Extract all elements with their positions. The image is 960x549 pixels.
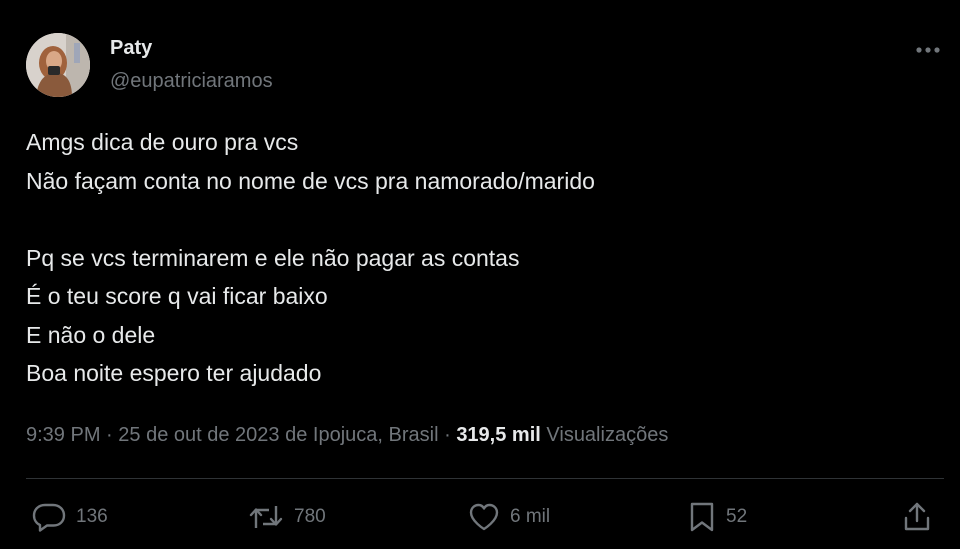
tweet-line: Não façam conta no nome de vcs pra namor… (26, 167, 595, 194)
share-button[interactable] (902, 500, 932, 534)
retweet-icon (249, 506, 283, 528)
views-count: 319,5 mil (456, 424, 541, 446)
tweet-line: E não o dele (26, 321, 156, 348)
tweet-line: É o teu score q vai ficar baixo (26, 283, 328, 309)
retweet-count: 780 (294, 506, 326, 527)
tweet-line: Amgs dica de ouro pra vcs (26, 129, 299, 155)
retweet-button[interactable]: 780 (248, 500, 326, 534)
divider (26, 478, 944, 479)
tweet-time[interactable]: 9:39 PM (26, 424, 100, 446)
share-icon (904, 502, 930, 531)
tweet-line: Boa noite espero ter ajudado (26, 360, 322, 386)
meta-separator: · (106, 424, 113, 446)
author-name[interactable]: Paty (110, 37, 152, 60)
more-icon (916, 47, 940, 53)
bookmark-count: 52 (726, 506, 748, 527)
views-label: Visualizações (546, 424, 669, 446)
tweet-line: Pq se vcs terminarem e ele não pagar as … (26, 244, 520, 271)
reply-button[interactable]: 136 (32, 500, 108, 534)
reply-icon (32, 503, 66, 532)
tweet-date-location[interactable]: 25 de out de 2023 de Ipojuca, Brasil (118, 424, 438, 446)
reply-count: 136 (76, 506, 108, 527)
like-button[interactable]: 6 mil (468, 500, 550, 534)
like-icon (469, 503, 499, 531)
more-options-button[interactable] (914, 36, 942, 64)
bookmark-button[interactable]: 52 (688, 500, 747, 534)
like-count: 6 mil (510, 506, 551, 527)
meta-separator: · (444, 424, 451, 446)
tweet-text: Amgs dica de ouro pra vcs Não façam cont… (26, 123, 926, 393)
bookmark-icon (690, 502, 714, 532)
tweet-meta: 9:39 PM · 25 de out de 2023 de Ipojuca, … (26, 424, 668, 447)
author-handle[interactable]: @eupatriciaramos (110, 70, 273, 93)
avatar-photo (26, 33, 90, 97)
avatar[interactable] (26, 33, 90, 97)
